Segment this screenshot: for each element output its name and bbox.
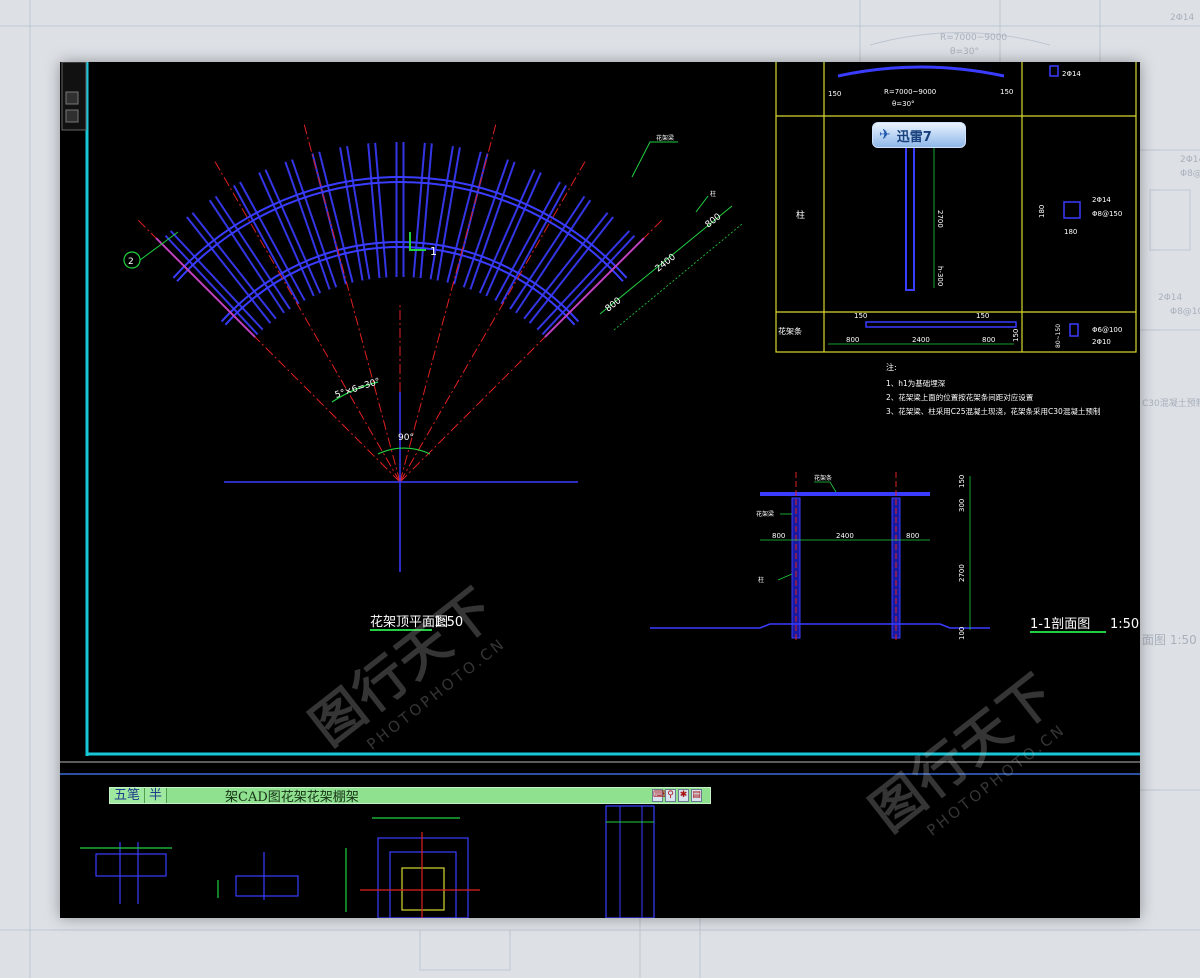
plan-dimension-chain: 800 2400 800 bbox=[599, 205, 743, 331]
column-dim-side: 180 bbox=[1038, 205, 1046, 218]
section-title: 1-1剖面图 bbox=[1030, 617, 1090, 632]
notes-heading: 注: bbox=[886, 362, 897, 372]
plan-dim-mid: 2400 bbox=[654, 252, 678, 274]
lower-detail-drawings bbox=[80, 805, 655, 918]
plan-dim-inner: 800 bbox=[604, 296, 624, 315]
angle-total-label: 90° bbox=[398, 433, 414, 443]
section-label-beam: 花架条 bbox=[814, 474, 832, 482]
bg-text-4: 2Φ14 bbox=[1180, 155, 1200, 165]
ime-settings-icon[interactable]: ✱ bbox=[678, 789, 689, 802]
rafter-group bbox=[164, 142, 636, 336]
strip-rebar-stirrup: Φ6@100 bbox=[1092, 326, 1122, 334]
xunlei-bird-icon: ✈ bbox=[879, 127, 891, 143]
lower-detail-2 bbox=[217, 852, 299, 900]
left-toolbar[interactable] bbox=[61, 62, 87, 131]
section-dim-v-beam: 300 bbox=[958, 499, 966, 512]
bg-text-3: 2Φ14 bbox=[1170, 13, 1195, 23]
bg-text-9: 面图 1:50 bbox=[1142, 633, 1197, 647]
strip-dim-side: 80~150 bbox=[1055, 324, 1062, 348]
strip-rebar-bottom: 2Φ10 bbox=[1092, 338, 1111, 346]
toolbar-button[interactable] bbox=[65, 91, 79, 105]
angle-arc-90 bbox=[377, 447, 431, 455]
section-mark-number: 1 bbox=[430, 245, 437, 258]
strip-elevation bbox=[865, 321, 1017, 328]
lower-detail-3 bbox=[345, 817, 480, 918]
section-beam-leader bbox=[814, 481, 837, 493]
strip-dim-height: 150 bbox=[1012, 329, 1020, 342]
ime-composition-text: 架CAD图花架花架棚架 bbox=[225, 790, 359, 805]
section-column-leader bbox=[777, 573, 793, 581]
column-dim-height: 2700 bbox=[936, 210, 944, 228]
top-dim-right: 150 bbox=[1000, 88, 1013, 96]
section-ground-line bbox=[650, 623, 990, 629]
strip-dim-mid: 2400 bbox=[912, 336, 930, 344]
column-dim-base: h-300 bbox=[936, 266, 944, 286]
column-dim-bottom: 180 bbox=[1064, 228, 1077, 236]
bg-text-2: θ=30° bbox=[950, 47, 979, 57]
ime-width-toggle[interactable]: 半 bbox=[145, 788, 168, 803]
column-elevation bbox=[905, 145, 915, 291]
column-rebar-top: 2Φ14 bbox=[1092, 196, 1111, 204]
detail-table: 150 150 R=7000~9000 θ=30° 2Φ14 柱 2700 h-… bbox=[775, 62, 1137, 353]
axis-callout-number: 2 bbox=[128, 257, 134, 267]
curved-strip-shape bbox=[837, 65, 1005, 78]
note-item: 2、花架梁上面的位置按花架条间距对应设置 bbox=[886, 392, 1034, 402]
end-callout-leader bbox=[695, 195, 709, 213]
angle-text: θ=30° bbox=[892, 100, 915, 108]
section-dim-left: 800 bbox=[772, 532, 785, 540]
section-view: 800 2400 800 150 300 2700 100 花架条 花架梁 柱 … bbox=[650, 472, 1139, 642]
note-item: 1、h1为基础埋深 bbox=[886, 378, 946, 388]
lower-detail-4 bbox=[605, 805, 655, 918]
xunlei-label: 迅雷7 bbox=[896, 129, 932, 145]
ime-search-icon[interactable]: ⚲ bbox=[665, 789, 676, 802]
beam-callout-label: 花架梁 bbox=[656, 134, 674, 142]
bg-text-1: R=7000~9000 bbox=[940, 33, 1007, 43]
section-dim-v-top: 150 bbox=[958, 475, 966, 488]
ime-status-bar[interactable]: 五笔 半 架CAD图花架花架棚架 bbox=[109, 787, 711, 805]
radius-text: R=7000~9000 bbox=[884, 88, 936, 96]
xunlei-floating-widget[interactable]: ✈ 迅雷7 bbox=[872, 122, 966, 148]
section-dim-v-column: 2700 bbox=[958, 564, 966, 582]
plan-view: 90° 5°×6=30° 1 2 花架梁 柱 800 2400 800 花架顶平… bbox=[123, 124, 743, 631]
strip-dim-top-left: 150 bbox=[854, 312, 867, 320]
table-grid bbox=[775, 62, 1137, 353]
plan-dim-outer: 800 bbox=[704, 212, 724, 231]
top-rebar-text: 2Φ14 bbox=[1062, 70, 1081, 78]
strip-dim-right: 800 bbox=[982, 336, 995, 344]
axis-callout-leader bbox=[139, 231, 179, 261]
section-dim-v-base: 100 bbox=[958, 627, 966, 640]
bg-text-7: Φ8@100 bbox=[1170, 307, 1200, 317]
lower-detail-1 bbox=[80, 842, 172, 904]
ime-menu-icon[interactable]: ▤ bbox=[691, 789, 702, 802]
section-label-column: 柱 bbox=[758, 576, 764, 584]
column-row-label: 柱 bbox=[796, 209, 805, 221]
ime-softkey-icon[interactable]: ⌨ bbox=[652, 789, 666, 802]
strip-dim-top-right: 150 bbox=[976, 312, 989, 320]
strip-section bbox=[1069, 323, 1079, 337]
column-rebar-stirrup: Φ8@150 bbox=[1092, 210, 1122, 218]
top-dim-left: 150 bbox=[828, 90, 841, 98]
beam-callout-leader bbox=[631, 141, 678, 178]
drawing-frame bbox=[60, 62, 1140, 775]
section-scale: 1:50 bbox=[1110, 617, 1139, 632]
ime-mode-toggle[interactable]: 五笔 bbox=[110, 788, 146, 803]
strip-row-label: 花架条 bbox=[778, 326, 802, 336]
section-dim-mid: 2400 bbox=[836, 532, 854, 540]
note-item: 3、花架梁、柱采用C25混凝土现浇，花架条采用C30混凝土预制 bbox=[886, 406, 1100, 416]
section-dim-right: 800 bbox=[906, 532, 919, 540]
bg-text-5: Φ8@150 bbox=[1180, 169, 1200, 179]
top-rebar-section bbox=[1049, 65, 1059, 77]
end-callout-label: 柱 bbox=[710, 190, 716, 198]
bg-text-6: 2Φ14 bbox=[1158, 293, 1183, 303]
section-label-strip: 花架梁 bbox=[756, 510, 774, 518]
ime-toolbar: ⌨ ⚲ ✱ ▤ bbox=[652, 787, 702, 804]
bg-text-8: C30混凝土预制 bbox=[1142, 397, 1200, 409]
column-section bbox=[1063, 201, 1081, 219]
strip-dim-left: 800 bbox=[846, 336, 859, 344]
notes-block: 注: 1、h1为基础埋深 2、花架梁上面的位置按花架条间距对应设置 3、花架梁、… bbox=[886, 362, 1100, 416]
toolbar-button[interactable] bbox=[65, 109, 79, 123]
